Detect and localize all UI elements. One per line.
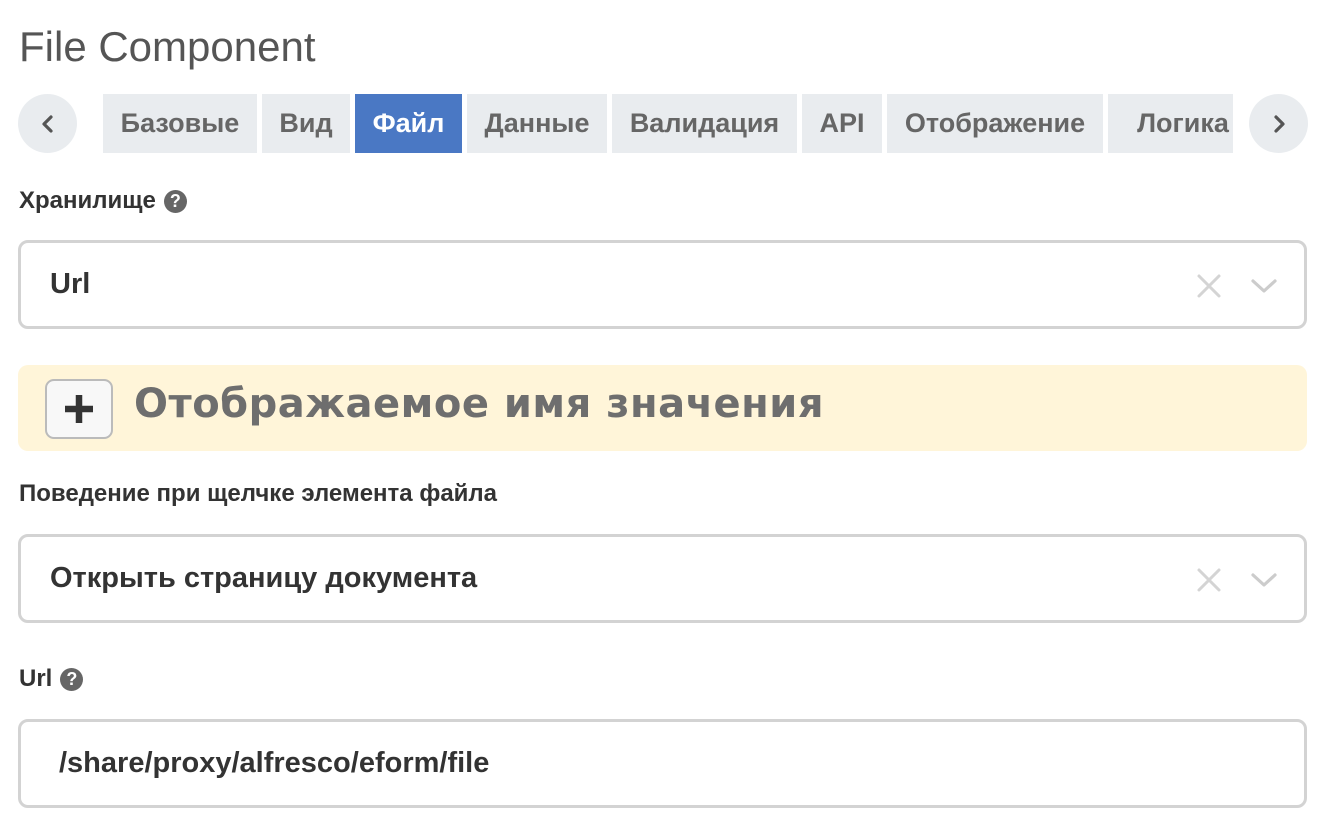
click-behavior-select[interactable]: Открыть страницу документа xyxy=(18,534,1307,623)
chevron-right-icon xyxy=(1273,114,1285,133)
chevron-down-icon[interactable] xyxy=(1249,570,1279,590)
tab-bar: Базовые Вид Файл Данные Валидация API От… xyxy=(18,93,1308,153)
click-behavior-selected-value: Открыть страницу документа xyxy=(50,562,478,594)
chevron-left-icon xyxy=(41,114,53,133)
storage-label-row: Хранилище ? xyxy=(19,186,187,216)
display-name-panel-title: Отображаемое имя значения xyxy=(134,381,825,427)
question-circle-icon[interactable]: ? xyxy=(60,667,84,691)
tabs: Базовые Вид Файл Данные Валидация API От… xyxy=(103,94,1233,153)
add-display-name-button[interactable] xyxy=(45,379,113,439)
storage-label: Хранилище xyxy=(19,187,156,214)
tab-logic[interactable]: Логика xyxy=(1108,94,1233,153)
tab-data[interactable]: Данные xyxy=(467,94,607,153)
storage-select[interactable]: Url xyxy=(18,240,1307,329)
display-name-panel: Отображаемое имя значения xyxy=(18,365,1307,451)
tab-basic[interactable]: Базовые xyxy=(103,94,257,153)
url-label-row: Url ? xyxy=(19,664,84,694)
url-label: Url xyxy=(19,665,53,692)
tabs-prev-button[interactable] xyxy=(18,94,77,153)
tab-view[interactable]: Вид xyxy=(262,94,350,153)
question-circle-icon[interactable]: ? xyxy=(163,189,187,213)
tabs-next-button[interactable] xyxy=(1249,94,1308,153)
chevron-down-icon[interactable] xyxy=(1249,276,1279,296)
click-behavior-label: Поведение при щелчке элемента файла xyxy=(19,480,498,507)
clear-icon[interactable] xyxy=(1196,567,1222,593)
storage-selected-value: Url xyxy=(50,268,91,300)
tab-validation[interactable]: Валидация xyxy=(612,94,797,153)
clear-icon[interactable] xyxy=(1196,273,1222,299)
page-title: File Component xyxy=(19,23,316,70)
tab-display[interactable]: Отображение xyxy=(887,94,1103,153)
tab-file[interactable]: Файл xyxy=(355,94,462,153)
tab-api[interactable]: API xyxy=(802,94,882,153)
url-input[interactable] xyxy=(18,719,1307,808)
plus-icon xyxy=(65,395,93,423)
